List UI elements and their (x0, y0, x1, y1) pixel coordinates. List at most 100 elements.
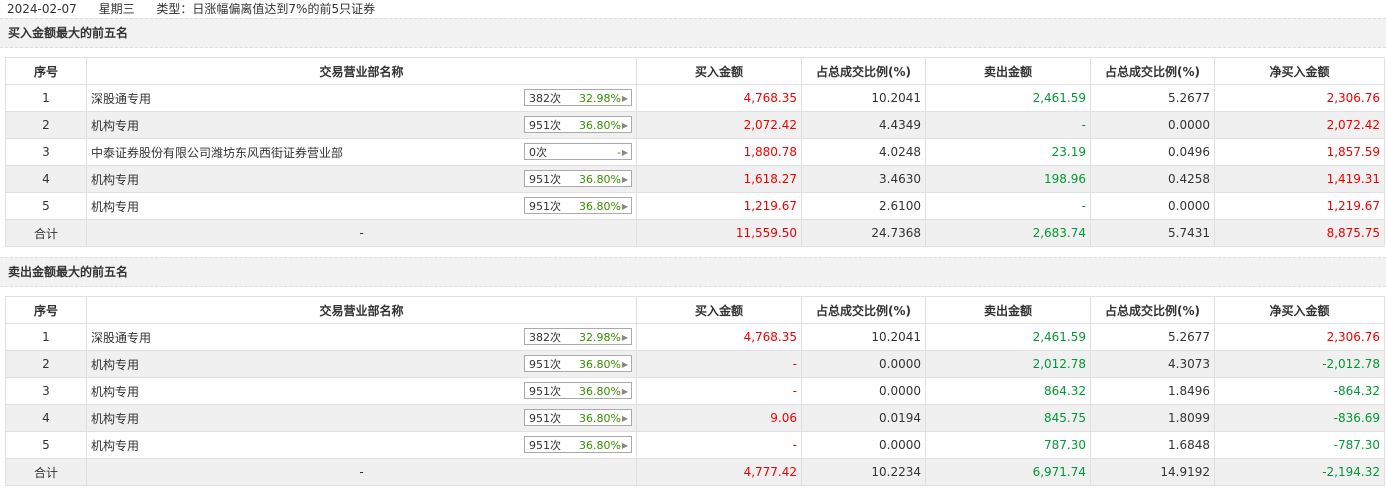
branch-name-link[interactable]: 中泰证券股份有限公司潍坊东风西街证券营业部 (91, 144, 343, 161)
branch-name-link[interactable]: 机构专用 (91, 171, 139, 188)
col-index: 序号 (5, 296, 87, 324)
branch-win-rate: - (617, 146, 621, 159)
branch-stats-dropdown[interactable]: 951次 36.80% ▶ (524, 436, 632, 453)
branch-stats-dropdown[interactable]: 951次 36.80% ▶ (524, 116, 632, 133)
row-index: 3 (5, 138, 87, 166)
sell-amount: 2,461.59 (925, 84, 1091, 112)
sell-ratio: 1.8496 (1090, 377, 1215, 405)
sell-ratio: 4.3073 (1090, 350, 1215, 378)
col-sell-amount: 卖出金额 (925, 296, 1091, 324)
net-buy: -2,012.78 (1214, 350, 1385, 378)
branch-cell: 深股通专用 382次 32.98% ▶ (86, 84, 637, 112)
caret-right-icon: ▶ (621, 121, 628, 130)
branch-times: 951次 (529, 358, 561, 371)
net-buy: 2,306.76 (1214, 84, 1385, 112)
sell-ratio: 0.4258 (1090, 165, 1215, 193)
total-sell-ratio: 14.9192 (1090, 458, 1215, 486)
branch-stats-dropdown[interactable]: 382次 32.98% ▶ (524, 89, 632, 106)
branch-stats-dropdown[interactable]: 951次 36.80% ▶ (524, 355, 632, 372)
sell-amount: 2,012.78 (925, 350, 1091, 378)
caret-right-icon: ▶ (621, 94, 628, 103)
buy-amount: 4,768.35 (636, 323, 802, 351)
branch-name-link[interactable]: 深股通专用 (91, 90, 151, 107)
branch-name-link[interactable]: 机构专用 (91, 198, 139, 215)
branch-win-rate: 32.98% (579, 92, 621, 105)
total-buy-ratio: 10.2234 (801, 458, 926, 486)
buy-ratio: 10.2041 (801, 84, 926, 112)
total-sell: 6,971.74 (925, 458, 1091, 486)
col-buy-amount: 买入金额 (636, 296, 802, 324)
total-branch: - (86, 458, 637, 486)
branch-name-link[interactable]: 机构专用 (91, 410, 139, 427)
net-buy: -864.32 (1214, 377, 1385, 405)
branch-stats-dropdown[interactable]: 951次 36.80% ▶ (524, 170, 632, 187)
sell-top5-table: 序号 交易营业部名称 买入金额 占总成交比例(%) 卖出金额 占总成交比例(%)… (5, 296, 1385, 486)
row-index: 4 (5, 404, 87, 432)
caret-right-icon: ▶ (621, 148, 628, 157)
buy-ratio: 10.2041 (801, 323, 926, 351)
branch-stats-dropdown[interactable]: 382次 32.98% ▶ (524, 328, 632, 345)
total-buy: 11,559.50 (636, 219, 802, 247)
col-net-buy: 净买入金额 (1214, 57, 1385, 85)
buy-ratio: 0.0194 (801, 404, 926, 432)
total-buy: 4,777.42 (636, 458, 802, 486)
branch-name-link[interactable]: 机构专用 (91, 383, 139, 400)
branch-cell: 机构专用 951次 36.80% ▶ (86, 111, 637, 139)
sell-amount: 23.19 (925, 138, 1091, 166)
branch-win-rate: 32.98% (579, 331, 621, 344)
buy-ratio: 0.0000 (801, 377, 926, 405)
table-row: 5 机构专用 951次 36.80% ▶ 1,219.67 2.6100 - 0… (5, 192, 1385, 220)
col-buy-amount: 买入金额 (636, 57, 802, 85)
sell-ratio: 5.2677 (1090, 323, 1215, 351)
branch-times: 382次 (529, 331, 561, 344)
sell-amount: 864.32 (925, 377, 1091, 405)
branch-cell: 机构专用 951次 36.80% ▶ (86, 404, 637, 432)
row-index: 4 (5, 165, 87, 193)
branch-cell: 机构专用 951次 36.80% ▶ (86, 431, 637, 459)
branch-stats-dropdown[interactable]: 0次 - ▶ (524, 143, 632, 160)
branch-name-link[interactable]: 机构专用 (91, 437, 139, 454)
branch-cell: 中泰证券股份有限公司潍坊东风西街证券营业部 0次 - ▶ (86, 138, 637, 166)
col-index: 序号 (5, 57, 87, 85)
branch-times: 951次 (529, 119, 561, 132)
branch-cell: 机构专用 951次 36.80% ▶ (86, 165, 637, 193)
branch-win-rate: 36.80% (579, 439, 621, 452)
total-row: 合计 - 4,777.42 10.2234 6,971.74 14.9192 -… (5, 458, 1385, 486)
branch-stats-dropdown[interactable]: 951次 36.80% ▶ (524, 382, 632, 399)
branch-stats-dropdown[interactable]: 951次 36.80% ▶ (524, 197, 632, 214)
branch-name-link[interactable]: 机构专用 (91, 117, 139, 134)
buy-ratio: 0.0000 (801, 431, 926, 459)
branch-name-link[interactable]: 深股通专用 (91, 329, 151, 346)
branch-times: 951次 (529, 385, 561, 398)
col-sell-ratio: 占总成交比例(%) (1090, 296, 1215, 324)
buy-ratio: 0.0000 (801, 350, 926, 378)
caret-right-icon: ▶ (621, 360, 628, 369)
sell-section-title: 卖出金额最大的前五名 (0, 257, 1386, 287)
sell-amount: - (925, 111, 1091, 139)
branch-times: 951次 (529, 173, 561, 186)
buy-section-title: 买入金额最大的前五名 (0, 18, 1386, 48)
row-index: 5 (5, 192, 87, 220)
buy-amount: - (636, 377, 802, 405)
branch-stats-dropdown[interactable]: 951次 36.80% ▶ (524, 409, 632, 426)
table-row: 2 机构专用 951次 36.80% ▶ 2,072.42 4.4349 - 0… (5, 111, 1385, 139)
sell-ratio: 1.8099 (1090, 404, 1215, 432)
branch-win-rate: 36.80% (579, 412, 621, 425)
col-branch-name: 交易营业部名称 (86, 296, 637, 324)
col-buy-ratio: 占总成交比例(%) (801, 296, 926, 324)
sell-amount: 198.96 (925, 165, 1091, 193)
branch-win-rate: 36.80% (579, 173, 621, 186)
net-buy: -836.69 (1214, 404, 1385, 432)
branch-name-link[interactable]: 机构专用 (91, 356, 139, 373)
buy-ratio: 4.0248 (801, 138, 926, 166)
buy-ratio: 2.6100 (801, 192, 926, 220)
net-buy: 1,219.67 (1214, 192, 1385, 220)
net-buy: 1,419.31 (1214, 165, 1385, 193)
table-row: 5 机构专用 951次 36.80% ▶ - 0.0000 787.30 1.6… (5, 431, 1385, 459)
buy-top5-table: 序号 交易营业部名称 买入金额 占总成交比例(%) 卖出金额 占总成交比例(%)… (5, 57, 1385, 247)
sell-amount: 845.75 (925, 404, 1091, 432)
col-buy-ratio: 占总成交比例(%) (801, 57, 926, 85)
branch-win-rate: 36.80% (579, 385, 621, 398)
branch-win-rate: 36.80% (579, 358, 621, 371)
caret-right-icon: ▶ (621, 441, 628, 450)
